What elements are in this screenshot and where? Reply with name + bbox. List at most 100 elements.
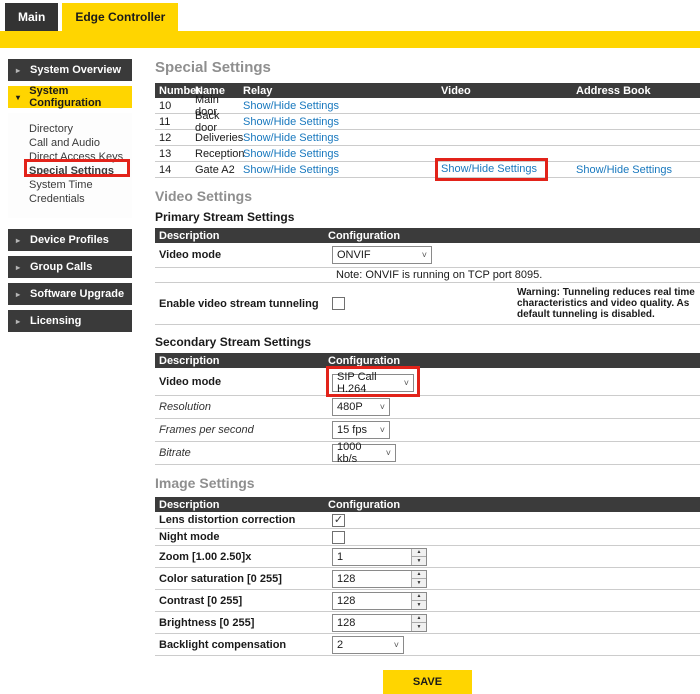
column-header-configuration: Configuration [328, 499, 700, 511]
chevron-right-icon: ▸ [16, 290, 23, 299]
setting-label: Video mode [155, 376, 332, 388]
stepper-value: 1 [333, 549, 411, 565]
setting-row-backlight: Backlight compensation 2 ˅ [155, 634, 700, 656]
stepper-down-icon[interactable]: ▼ [412, 623, 426, 631]
stepper-up-icon[interactable]: ▲ [412, 549, 426, 558]
sidebar-item-software-upgrade[interactable]: ▸ Software Upgrade [8, 283, 132, 305]
secondary-stream-table: Description Configuration Video mode SIP… [155, 353, 700, 465]
device-number: 11 [155, 116, 195, 128]
column-header-configuration: Configuration [328, 230, 700, 242]
setting-label: Contrast [0 255] [155, 595, 332, 607]
tab-edge-controller[interactable]: Edge Controller [62, 3, 178, 31]
sidebar: ▸ System Overview ▾ System Configuration… [8, 59, 132, 337]
save-button[interactable]: SAVE [383, 670, 472, 694]
sidebar-item-licensing[interactable]: ▸ Licensing [8, 310, 132, 332]
stepper-down-icon[interactable]: ▼ [412, 601, 426, 609]
device-name: Deliveries [195, 132, 243, 144]
saturation-stepper[interactable]: 128 ▲ ▼ [332, 570, 427, 588]
bitrate-select[interactable]: 1000 kb/s ˅ [332, 444, 396, 462]
fps-select[interactable]: 15 fps ˅ [332, 421, 390, 439]
setting-label: Brightness [0 255] [155, 617, 332, 629]
night-mode-checkbox[interactable] [332, 531, 345, 544]
column-header-address-book: Address Book [563, 85, 700, 97]
selected-value: 15 fps [337, 424, 367, 436]
device-number: 13 [155, 148, 195, 160]
primary-video-mode-select[interactable]: ONVIF ˅ [332, 246, 432, 264]
address-book-show-hide-link[interactable]: Show/Hide Settings [576, 164, 672, 176]
sidebar-item-device-profiles[interactable]: ▸ Device Profiles [8, 229, 132, 251]
column-header-configuration: Configuration [328, 355, 700, 367]
setting-row-fps: Frames per second 15 fps ˅ [155, 419, 700, 442]
sidebar-item-call-and-audio[interactable]: Call and Audio [29, 136, 132, 150]
relay-show-hide-link[interactable]: Show/Hide Settings [243, 164, 339, 176]
setting-label: Enable video stream tunneling [155, 298, 332, 310]
contrast-stepper[interactable]: 128 ▲ ▼ [332, 592, 427, 610]
relay-show-hide-link[interactable]: Show/Hide Settings [243, 116, 339, 128]
settings-table-header: Description Configuration [155, 228, 700, 243]
sidebar-item-system-overview[interactable]: ▸ System Overview [8, 59, 132, 81]
sidebar-item-label: Device Profiles [30, 234, 109, 246]
relay-show-hide-link[interactable]: Show/Hide Settings [243, 132, 339, 144]
sidebar-item-special-settings[interactable]: Special Settings [29, 164, 132, 178]
selected-value: 1000 kb/s [337, 441, 380, 465]
sidebar-item-label: Special Settings [29, 165, 114, 177]
sidebar-item-system-configuration[interactable]: ▾ System Configuration [8, 86, 132, 108]
primary-stream-title: Primary Stream Settings [155, 210, 700, 224]
device-number: 10 [155, 100, 195, 112]
column-header-relay: Relay [243, 85, 441, 97]
relay-show-hide-link[interactable]: Show/Hide Settings [243, 100, 339, 112]
setting-row-lens-correction: Lens distortion correction ✓ [155, 512, 700, 529]
setting-row-bitrate: Bitrate 1000 kb/s ˅ [155, 442, 700, 465]
table-row: 12 Deliveries Show/Hide Settings [155, 130, 700, 146]
selected-value: SIP Call H.264 [337, 371, 398, 395]
chevron-down-icon: ˅ [380, 425, 385, 435]
setting-label: Resolution [155, 401, 332, 413]
setting-label: Color saturation [0 255] [155, 573, 332, 585]
zoom-stepper[interactable]: 1 ▲ ▼ [332, 548, 427, 566]
setting-label: Lens distortion correction [155, 514, 332, 526]
main-content: Special Settings Number Name Relay Video… [155, 59, 700, 694]
resolution-select[interactable]: 480P ˅ [332, 398, 390, 416]
save-row: SAVE [155, 670, 700, 694]
stepper-value: 128 [333, 615, 411, 631]
image-settings-table: Description Configuration Lens distortio… [155, 497, 700, 656]
setting-row-video-mode: Video mode SIP Call H.264 ˅ [155, 368, 700, 396]
backlight-select[interactable]: 2 ˅ [332, 636, 404, 654]
column-header-description: Description [155, 499, 328, 511]
image-settings-title: Image Settings [155, 475, 700, 491]
setting-row-contrast: Contrast [0 255] 128 ▲ ▼ [155, 590, 700, 612]
tab-main[interactable]: Main [5, 3, 58, 31]
setting-label: Backlight compensation [155, 639, 332, 651]
sidebar-item-label: System Overview [30, 64, 121, 76]
stepper-up-icon[interactable]: ▲ [412, 571, 426, 580]
stepper-down-icon[interactable]: ▼ [412, 557, 426, 565]
relay-show-hide-link[interactable]: Show/Hide Settings [243, 148, 339, 160]
chevron-down-icon: ▾ [16, 93, 22, 102]
secondary-video-mode-select[interactable]: SIP Call H.264 ˅ [332, 374, 414, 392]
highlight-box-sip-select: SIP Call H.264 ˅ [326, 366, 420, 397]
sidebar-item-group-calls[interactable]: ▸ Group Calls [8, 256, 132, 278]
chevron-right-icon: ▸ [16, 66, 23, 75]
sidebar-submenu: Directory Call and Audio Direct Access K… [8, 113, 132, 218]
stepper-down-icon[interactable]: ▼ [412, 579, 426, 587]
sidebar-item-system-time[interactable]: System Time [29, 178, 132, 192]
tab-strip: Main Edge Controller [5, 3, 700, 31]
selected-value: 2 [337, 639, 343, 651]
video-show-hide-link[interactable]: Show/Hide Settings [441, 163, 537, 175]
brightness-stepper[interactable]: 128 ▲ ▼ [332, 614, 427, 632]
chevron-down-icon: ˅ [380, 402, 385, 412]
setting-label: Night mode [155, 531, 332, 543]
sidebar-item-credentials[interactable]: Credentials [29, 192, 132, 206]
chevron-down-icon: ˅ [386, 448, 391, 458]
setting-row-resolution: Resolution 480P ˅ [155, 396, 700, 419]
sidebar-item-direct-access-keys[interactable]: Direct Access Keys [29, 150, 132, 164]
tunneling-checkbox[interactable] [332, 297, 345, 310]
sidebar-item-directory[interactable]: Directory [29, 122, 132, 136]
stepper-up-icon[interactable]: ▲ [412, 615, 426, 624]
column-header-description: Description [155, 230, 328, 242]
device-number: 12 [155, 132, 195, 144]
tunneling-warning: Warning: Tunneling reduces real time cha… [517, 283, 700, 324]
lens-correction-checkbox[interactable]: ✓ [332, 514, 345, 527]
table-row: 11 Back door Show/Hide Settings [155, 114, 700, 130]
stepper-up-icon[interactable]: ▲ [412, 593, 426, 602]
